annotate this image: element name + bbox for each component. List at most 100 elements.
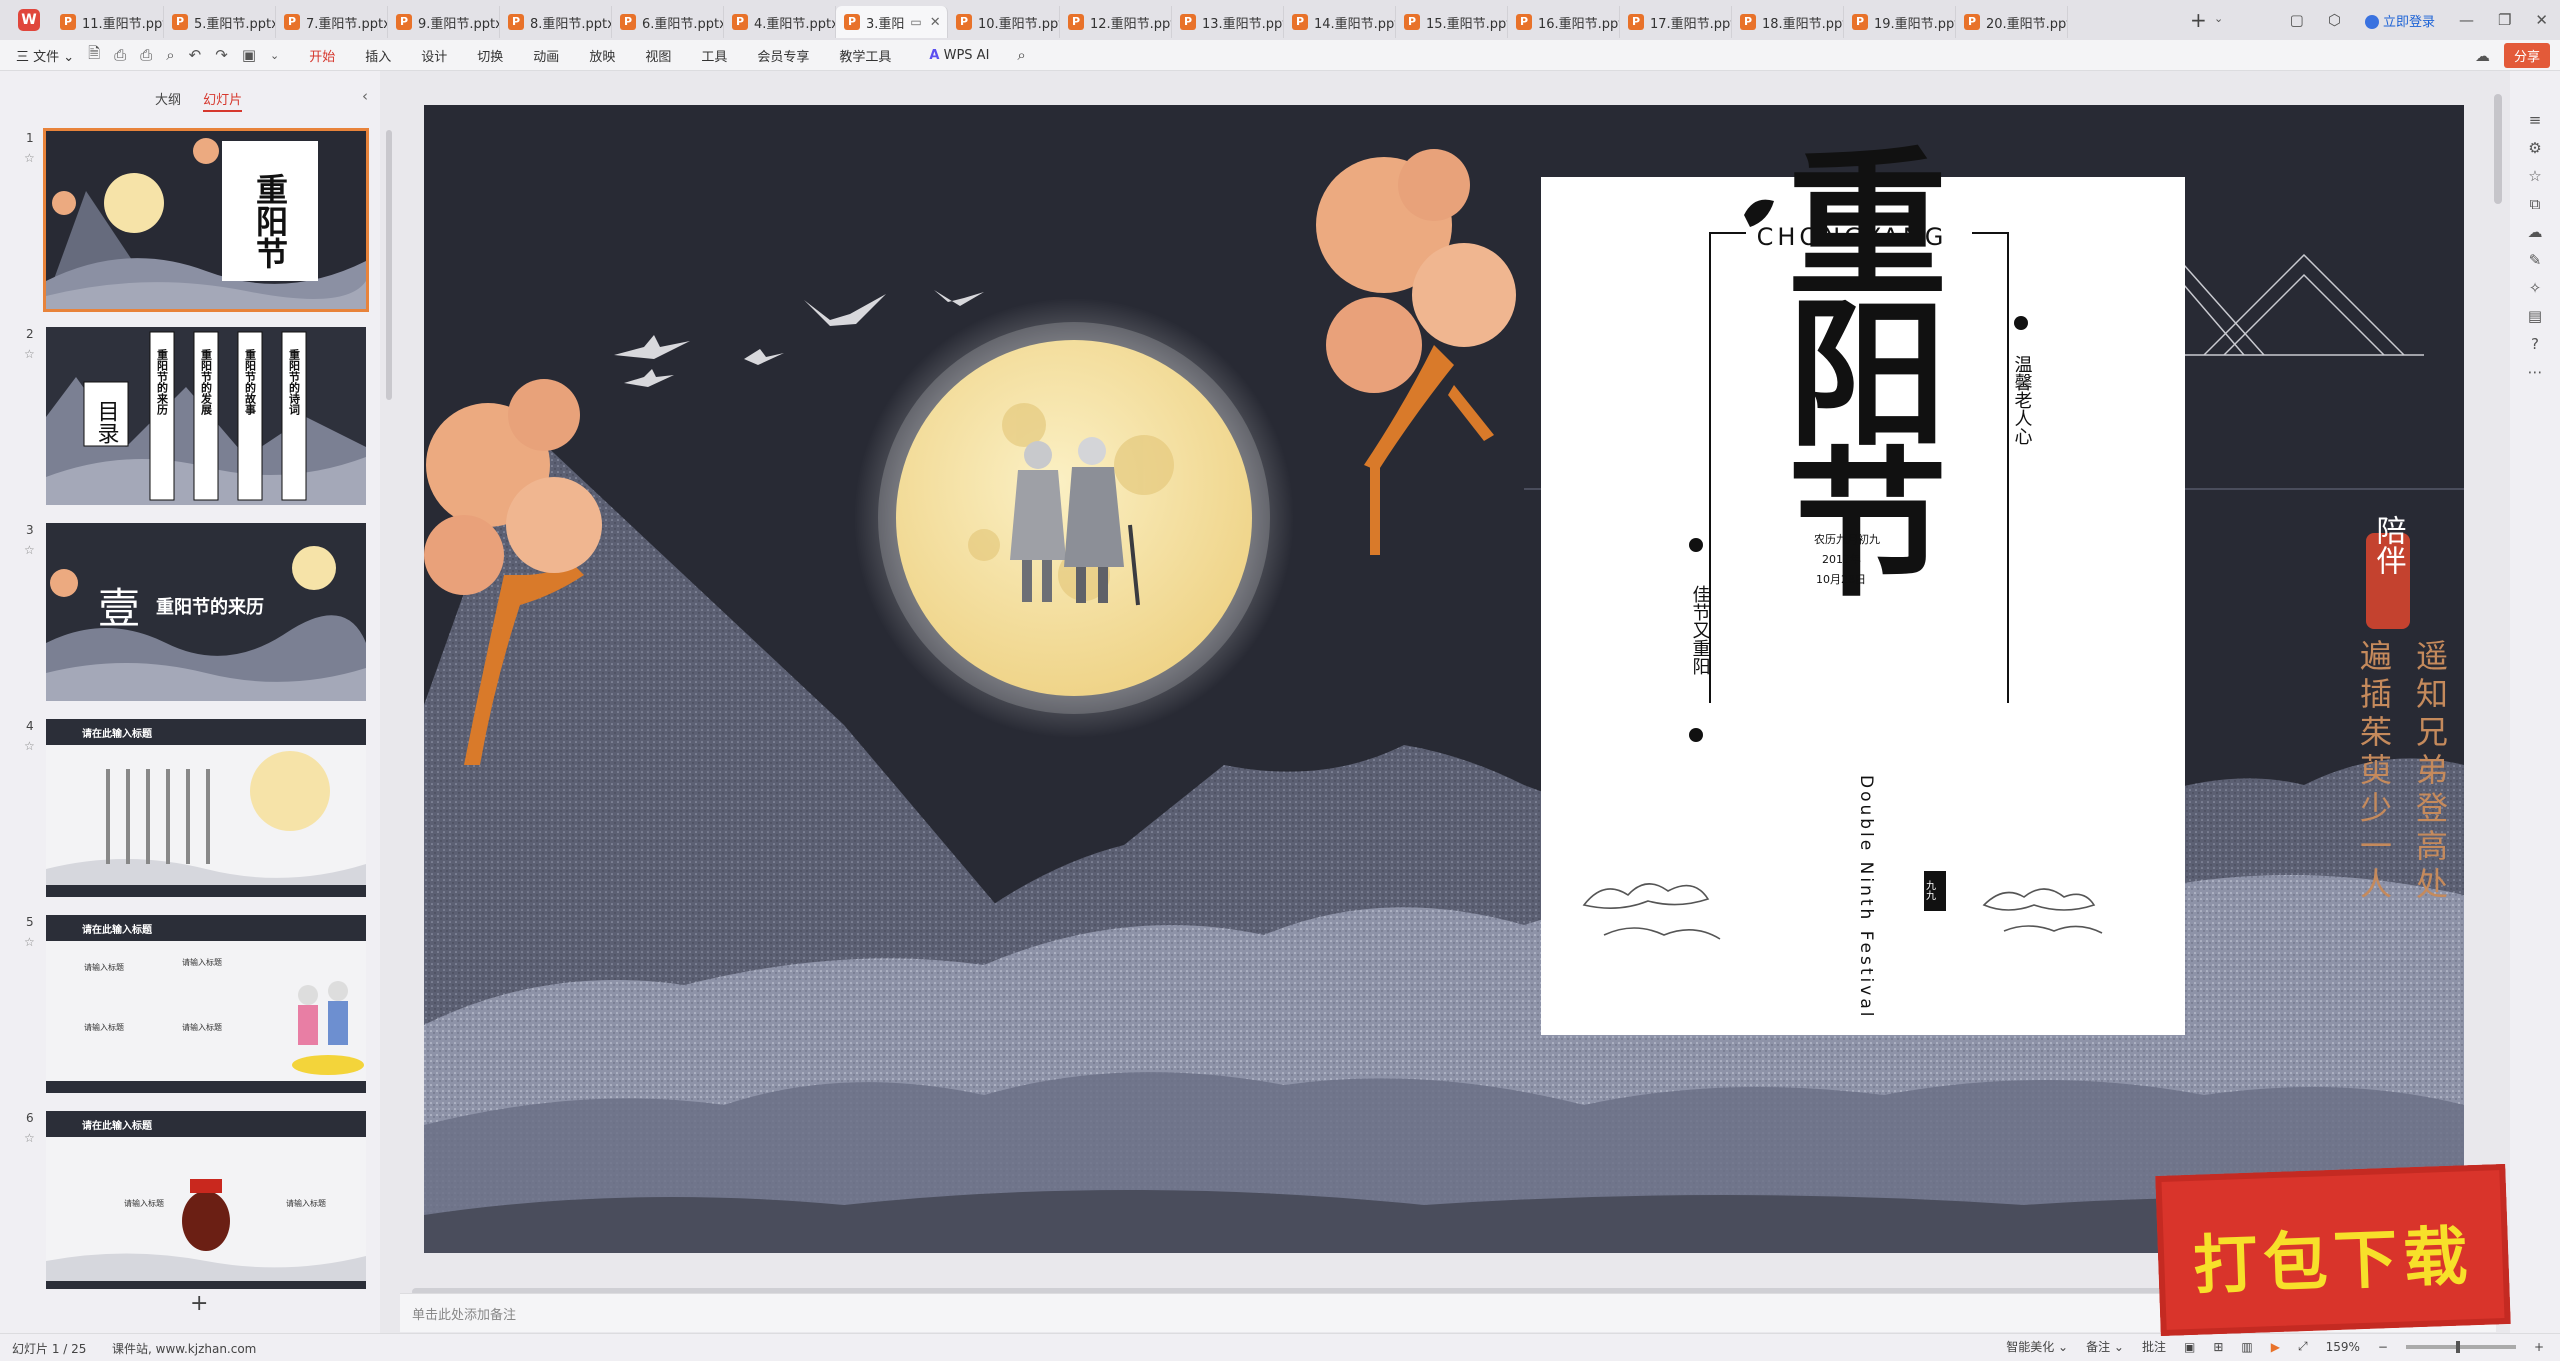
document-tab[interactable]: P 16.重阳节.ppt — [1508, 6, 1620, 38]
ribbon-menu-item[interactable]: 开始 — [309, 46, 336, 73]
copy-icon[interactable]: ⧉ — [2525, 195, 2545, 213]
sorter-view-icon[interactable]: ⊞ — [2213, 1340, 2223, 1354]
share-button[interactable]: 分享 — [2503, 43, 2550, 68]
ribbon-menu-item[interactable]: 动画 — [533, 46, 559, 65]
redo-icon[interactable]: ↷ — [215, 46, 228, 64]
canvas-vertical-scrollbar[interactable] — [2494, 94, 2502, 204]
slide-preview: 重阳节 — [43, 128, 369, 312]
document-tab[interactable]: P 11.重阳节.ppt — [52, 6, 164, 38]
close-window-icon[interactable]: ✕ — [2535, 11, 2548, 29]
play-slideshow-icon[interactable]: ▶ — [2271, 1340, 2280, 1354]
document-tab[interactable]: P 9.重阳节.pptx — [388, 6, 500, 38]
new-tab-chevron-down-icon[interactable]: ⌄ — [2214, 12, 2223, 25]
document-tab[interactable]: P 8.重阳节.pptx — [500, 6, 612, 38]
star-icon[interactable]: ☆ — [24, 347, 35, 361]
login-button[interactable]: 立即登录 — [2364, 11, 2435, 30]
ribbon-menu-item[interactable]: 设计 — [421, 46, 447, 65]
ribbon-menu-item[interactable]: 教学工具 — [839, 46, 891, 65]
document-tab[interactable]: P 10.重阳节.ppt — [948, 6, 1060, 38]
reading-view-icon[interactable]: ▥ — [2241, 1340, 2252, 1354]
document-tab[interactable]: P 7.重阳节.pptx — [276, 6, 388, 38]
document-tab[interactable]: P 18.重阳节.ppt — [1732, 6, 1844, 38]
document-tab[interactable]: P 19.重阳节.ppt — [1844, 6, 1956, 38]
ribbon-menu-item[interactable]: 视图 — [645, 46, 671, 65]
document-tab[interactable]: P 17.重阳节.ppt — [1620, 6, 1732, 38]
document-tab[interactable]: P 5.重阳节.pptx — [164, 6, 276, 38]
quick-access-chevron-down-icon[interactable]: ⌄ — [270, 49, 279, 62]
restore-icon[interactable]: ❐ — [2498, 11, 2511, 29]
zoom-out-icon[interactable]: − — [2378, 1340, 2388, 1354]
pdf-export-icon[interactable]: ⎙ — [114, 46, 126, 64]
star-icon[interactable]: ☆ — [24, 935, 35, 949]
slide-4-art: 请在此输入标题 — [46, 719, 366, 897]
document-tab[interactable]: P 3.重阳 ▭ ✕ — [836, 6, 948, 38]
star-icon[interactable]: ☆ — [24, 1131, 35, 1145]
user-avatar-icon — [2364, 15, 2379, 29]
document-tab-label: 14.重阳节.ppt — [1314, 16, 1396, 32]
slide-5-art: 请在此输入标题 请输入标题 请输入标题 请输入标题 请输入标题 — [46, 915, 366, 1093]
help-icon[interactable]: ? — [2525, 335, 2545, 353]
format-painter-icon[interactable]: ▣ — [242, 46, 256, 64]
thumbnail-scrollbar[interactable] — [386, 130, 392, 400]
search-icon[interactable]: ⌕ — [1017, 46, 1025, 64]
file-menu[interactable]: 三 文件 ⌄ — [16, 46, 74, 65]
layers-icon[interactable]: ▤ — [2525, 307, 2545, 325]
current-slide[interactable]: CHONGYANG 重阳节 温馨老人心 佳节又重阳 农历九月初九 2017年 1… — [424, 105, 2464, 1253]
print-icon[interactable]: ⎙ — [140, 46, 152, 64]
document-tab[interactable]: P 13.重阳节.ppt — [1172, 6, 1284, 38]
ribbon-menu-item[interactable]: 放映 — [589, 46, 615, 65]
ribbon-menu-item[interactable]: 会员专享 — [757, 46, 809, 65]
slide-6-sub-1: 请输入标题 — [124, 1198, 164, 1208]
wps-ai-button[interactable]: A WPS AI — [929, 48, 989, 63]
document-tab[interactable]: P 4.重阳节.pptx — [724, 6, 836, 38]
download-package-badge[interactable]: 打包下载 — [2155, 1163, 2511, 1337]
document-tab[interactable]: P 15.重阳节.ppt — [1396, 6, 1508, 38]
wps-logo-icon[interactable]: W — [18, 9, 40, 31]
smart-beautify-button[interactable]: 智能美化 ⌄ — [2006, 1338, 2068, 1355]
cloud-icon[interactable]: ☁ — [2525, 223, 2545, 241]
close-tab-icon[interactable]: ✕ — [930, 15, 941, 30]
star-icon[interactable]: ☆ — [24, 151, 35, 165]
more-icon[interactable]: ⋯ — [2525, 363, 2545, 381]
zoom-slider[interactable] — [2405, 1340, 2516, 1353]
fit-window-icon[interactable]: ⤢ — [2298, 1339, 2308, 1354]
ppt-file-icon: P — [1516, 14, 1532, 30]
print-preview-icon[interactable]: ⌕ — [166, 46, 174, 64]
new-tab-plus-icon[interactable]: + — [2190, 8, 2207, 32]
zoom-slider-knob[interactable] — [2455, 1340, 2460, 1353]
comment-button[interactable]: 批注 — [2142, 1338, 2166, 1355]
document-tab[interactable]: P 20.重阳节.ppt — [1956, 6, 2068, 38]
cloud-sync-icon[interactable]: ☁ — [2475, 47, 2490, 65]
ribbon-menu-item[interactable]: 插入 — [365, 46, 391, 65]
brush-icon[interactable]: ✧ — [2525, 279, 2545, 297]
zoom-in-icon[interactable]: + — [2534, 1340, 2544, 1354]
undo-icon[interactable]: ↶ — [189, 46, 202, 64]
document-tab[interactable]: P 12.重阳节.ppt — [1060, 6, 1172, 38]
tools-icon[interactable]: ✎ — [2525, 251, 2545, 269]
notes-toggle-button[interactable]: 备注 ⌄ — [2086, 1338, 2124, 1355]
notes-placeholder: 单击此处添加备注 — [412, 1308, 517, 1323]
star-icon[interactable]: ☆ — [2525, 167, 2545, 185]
ribbon-menu-item[interactable]: 切换 — [477, 46, 503, 65]
star-icon[interactable]: ☆ — [24, 739, 35, 753]
save-icon[interactable]: 🗎 — [88, 43, 100, 68]
document-tab[interactable]: P 14.重阳节.ppt — [1284, 6, 1396, 38]
collapse-panel-icon[interactable]: ‹ — [362, 87, 368, 105]
slide-6-art: 请在此输入标题 请输入标题 请输入标题 — [46, 1111, 366, 1289]
ribbon-menu-item[interactable]: 工具 — [701, 46, 727, 65]
add-slide-button[interactable]: + — [190, 1291, 208, 1316]
normal-view-icon[interactable]: ▣ — [2184, 1340, 2195, 1354]
star-icon[interactable]: ☆ — [24, 543, 35, 557]
layout-icon[interactable]: ▢ — [2290, 11, 2304, 29]
skin-icon[interactable]: ⬡ — [2328, 11, 2341, 29]
menu-list-icon[interactable]: ≡ — [2525, 111, 2545, 129]
ppt-file-icon: P — [844, 14, 860, 30]
zoom-level[interactable]: 159% — [2326, 1340, 2360, 1354]
ppt-file-icon: P — [1180, 14, 1196, 30]
properties-icon[interactable]: ⚙ — [2525, 139, 2545, 157]
document-tab[interactable]: P 6.重阳节.pptx — [612, 6, 724, 38]
slide-thumbnail-panel: 大纲 幻灯片 ‹ 1 ☆ 重阳节 2 ☆ 目录 重阳节的来历 重阳节的发展 重阳… — [0, 71, 380, 1333]
tab-slides[interactable]: 幻灯片 — [203, 93, 242, 108]
minimize-icon[interactable]: — — [2459, 11, 2474, 29]
tab-outline[interactable]: 大纲 — [155, 93, 181, 108]
